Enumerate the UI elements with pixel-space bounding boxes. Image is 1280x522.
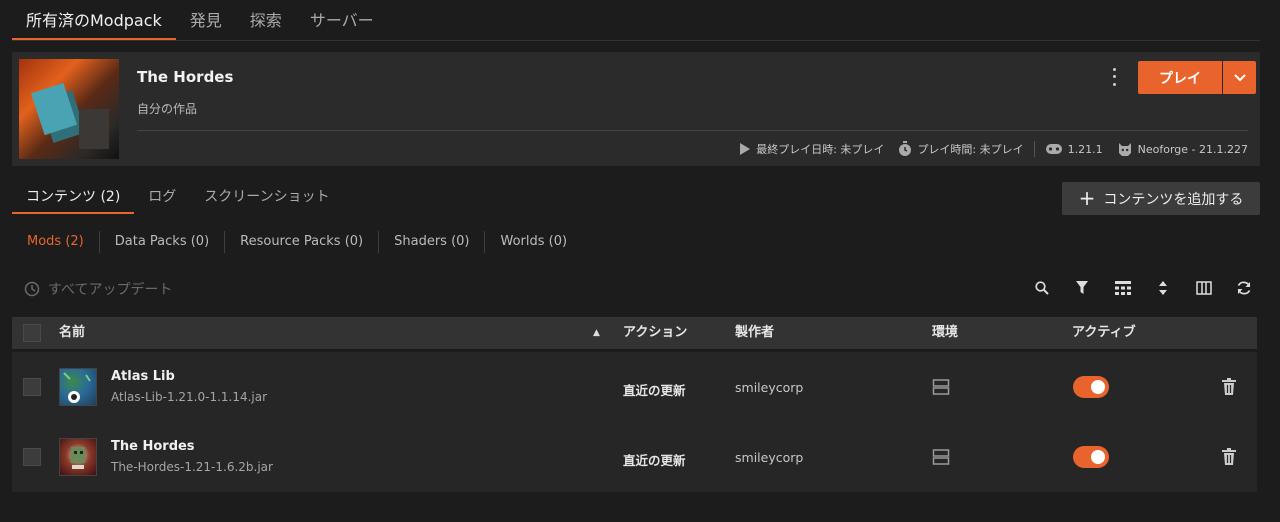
server-icon bbox=[932, 448, 950, 470]
density-icon[interactable] bbox=[1114, 279, 1132, 297]
mod-name: Atlas Lib bbox=[111, 369, 175, 384]
play-time: プレイ時間: 未プレイ bbox=[898, 141, 1024, 157]
pack-title: The Hordes bbox=[137, 68, 234, 86]
neoforge-icon bbox=[1118, 143, 1131, 156]
atlas-lib-icon bbox=[59, 368, 97, 406]
tab-owned-modpacks[interactable]: 所有済のModpack bbox=[12, 0, 176, 40]
column-name[interactable]: 名前 bbox=[59, 317, 85, 349]
gamepad-icon bbox=[1045, 144, 1062, 154]
select-all-checkbox[interactable] bbox=[23, 324, 41, 342]
tab-discover[interactable]: 発見 bbox=[176, 0, 236, 40]
play-time-text: プレイ時間: 未プレイ bbox=[917, 143, 1024, 156]
active-toggle[interactable] bbox=[1073, 446, 1109, 468]
mod-file: The-Hordes-1.21-1.6.2b.jar bbox=[111, 460, 273, 474]
mod-info: Atlas Lib Atlas-Lib-1.21.0-1.1.14.jar bbox=[111, 369, 267, 404]
sort-ascending-icon[interactable]: ▲ bbox=[593, 317, 600, 349]
content-tabs: コンテンツ (2) ログ スクリーンショット bbox=[12, 180, 344, 216]
loader-version: Neoforge - 21.1.227 bbox=[1117, 141, 1248, 157]
pack-meta: 最終プレイ日時: 未プレイ プレイ時間: 未プレイ 1.21.1 Neoforg… bbox=[739, 140, 1248, 158]
stopwatch-icon bbox=[899, 141, 912, 156]
last-played-text: 最終プレイ日時: 未プレイ bbox=[756, 143, 885, 156]
add-content-label: コンテンツを追加する bbox=[1103, 191, 1244, 208]
filter-worlds[interactable]: Worlds (0) bbox=[485, 231, 582, 253]
sort-icon[interactable] bbox=[1154, 279, 1172, 297]
refresh-icon[interactable] bbox=[1235, 279, 1253, 297]
tab-log[interactable]: ログ bbox=[134, 180, 190, 214]
filter-icon[interactable] bbox=[1073, 279, 1091, 297]
tab-content[interactable]: コンテンツ (2) bbox=[12, 180, 135, 214]
grid-header: 名前 ▲ アクション 製作者 環境 アクティブ bbox=[12, 317, 1257, 349]
column-active[interactable]: アクティブ bbox=[1072, 317, 1136, 349]
plus-icon: + bbox=[1078, 185, 1096, 210]
pack-subtitle: 自分の作品 bbox=[137, 102, 198, 116]
mod-action[interactable]: 直近の更新 bbox=[623, 380, 686, 399]
active-toggle[interactable] bbox=[1073, 376, 1109, 398]
tab-explore[interactable]: 探索 bbox=[236, 0, 296, 40]
tab-screenshots[interactable]: スクリーンショット bbox=[190, 180, 343, 214]
top-nav: 所有済のModpack 発見 探索 サーバー bbox=[12, 0, 1260, 41]
loader-version-text: Neoforge - 21.1.227 bbox=[1137, 142, 1248, 156]
mod-info: The Hordes The-Hordes-1.21-1.6.2b.jar bbox=[111, 439, 273, 474]
row-checkbox[interactable] bbox=[23, 448, 41, 466]
mod-action[interactable]: 直近の更新 bbox=[623, 450, 686, 469]
chevron-down-icon bbox=[1233, 73, 1246, 81]
game-version-text: 1.21.1 bbox=[1067, 142, 1103, 156]
grid-toolbar bbox=[0, 279, 1280, 297]
column-author[interactable]: 製作者 bbox=[735, 317, 774, 349]
play-button[interactable]: プレイ bbox=[1138, 61, 1222, 94]
row-checkbox[interactable] bbox=[23, 378, 41, 396]
mod-name: The Hordes bbox=[111, 439, 195, 454]
search-icon[interactable] bbox=[1033, 279, 1051, 297]
mod-author: smileycorp bbox=[735, 380, 804, 395]
table-row[interactable]: The Hordes The-Hordes-1.21-1.6.2b.jar 直近… bbox=[12, 422, 1257, 492]
column-environment[interactable]: 環境 bbox=[932, 317, 958, 349]
play-dropdown-button[interactable] bbox=[1223, 61, 1256, 94]
divider bbox=[137, 130, 1248, 131]
content-type-filters: Mods (2) Data Packs (0) Resource Packs (… bbox=[12, 230, 582, 254]
filter-mods[interactable]: Mods (2) bbox=[12, 231, 100, 253]
last-played: 最終プレイ日時: 未プレイ bbox=[739, 141, 884, 157]
pack-thumbnail bbox=[19, 59, 119, 159]
hordes-icon bbox=[59, 438, 97, 476]
more-options-icon[interactable] bbox=[1106, 66, 1122, 88]
add-content-button[interactable]: + コンテンツを追加する bbox=[1062, 182, 1260, 215]
trash-icon[interactable] bbox=[1222, 448, 1236, 470]
tab-servers[interactable]: サーバー bbox=[296, 0, 388, 40]
mod-author: smileycorp bbox=[735, 450, 804, 465]
columns-icon[interactable] bbox=[1195, 279, 1213, 297]
trash-icon[interactable] bbox=[1222, 378, 1236, 400]
filter-shaders[interactable]: Shaders (0) bbox=[379, 231, 486, 253]
table-row[interactable]: Atlas Lib Atlas-Lib-1.21.0-1.1.14.jar 直近… bbox=[12, 352, 1257, 422]
game-version: 1.21.1 bbox=[1045, 143, 1103, 156]
filter-data-packs[interactable]: Data Packs (0) bbox=[100, 231, 226, 253]
play-icon bbox=[740, 143, 751, 155]
server-icon bbox=[932, 378, 950, 400]
filter-resource-packs[interactable]: Resource Packs (0) bbox=[225, 231, 380, 253]
pack-header: The Hordes 自分の作品 プレイ 最終プレイ日時: 未プレイ プレイ時間… bbox=[12, 52, 1260, 166]
column-action[interactable]: アクション bbox=[623, 317, 687, 349]
mod-file: Atlas-Lib-1.21.0-1.1.14.jar bbox=[111, 390, 268, 404]
mods-grid: Atlas Lib Atlas-Lib-1.21.0-1.1.14.jar 直近… bbox=[12, 352, 1257, 492]
